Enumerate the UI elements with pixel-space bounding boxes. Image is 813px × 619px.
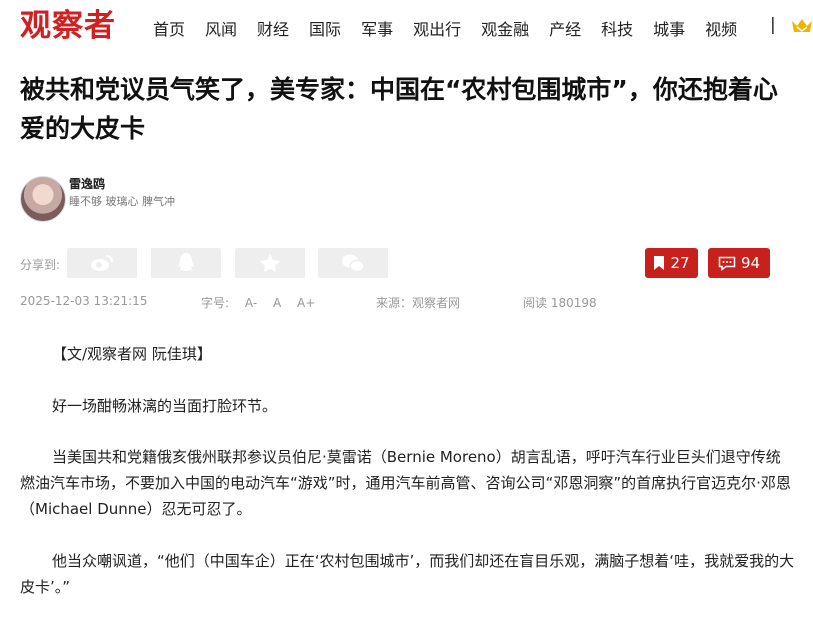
main-nav: 首页 风闻 财经 国际 军事 观出行 观金融 产经 科技 城事 视频 [153, 16, 757, 40]
qq-icon [178, 253, 194, 271]
comment-button[interactable]: 94 [708, 248, 770, 278]
bookmark-icon [654, 256, 665, 270]
article-title: 被共和党议员气笑了，美专家：中国在“农村包围城市”，你还抱着心爱的大皮卡 [20, 75, 778, 143]
share-wechat-button[interactable] [318, 248, 388, 278]
wechat-icon [342, 254, 365, 273]
site-logo[interactable]: 观察者 [20, 6, 116, 46]
bookmark-count: 27 [670, 254, 690, 272]
vip-crown-icon[interactable] [791, 17, 813, 35]
bookmark-button[interactable]: 27 [645, 248, 698, 278]
nav-item-military[interactable]: 军事 [361, 16, 393, 40]
article-paragraph: 他当众嘲讽道，“他们（中国车企）正在‘农村包围城市’，而我们却还在盲目乐观，满脑… [20, 552, 795, 596]
nav-separator: | [770, 15, 776, 35]
nav-item-video[interactable]: 视频 [705, 16, 737, 40]
font-size-normal[interactable]: A [273, 296, 281, 310]
font-size-increase[interactable]: A+ [297, 296, 315, 310]
read-count: 阅读 180198 [523, 296, 597, 310]
article-paragraph: 当美国共和党籍俄亥俄州联邦参议员伯尼·莫雷诺（Bernie Moreno）胡言乱… [20, 448, 791, 518]
top-bar: 观察者 首页 风闻 财经 国际 军事 观出行 观金融 产经 科技 城事 视频 | [0, 0, 813, 52]
nav-item-international[interactable]: 国际 [309, 16, 341, 40]
article-paragraph: 好一场酣畅淋漓的当面打脸环节。 [52, 397, 278, 415]
font-size-label: 字号: [201, 296, 230, 310]
author-name[interactable]: 雷逸鸥 [69, 175, 105, 192]
nav-item-travel[interactable]: 观出行 [413, 16, 461, 40]
nav-item-home[interactable]: 首页 [153, 16, 185, 40]
share-qzone-button[interactable] [235, 248, 305, 278]
font-size-controls: 字号: A- A A+ [201, 294, 315, 311]
article-byline: 【文/观察者网 阮佳琪】 [52, 345, 212, 363]
share-label: 分享到: [20, 258, 61, 272]
publish-datetime: 2025-12-03 13:21:15 [20, 294, 148, 308]
nav-item-fengwen[interactable]: 风闻 [205, 16, 237, 40]
nav-item-fintech[interactable]: 观金融 [481, 16, 529, 40]
nav-item-city[interactable]: 城事 [653, 16, 685, 40]
weibo-icon [91, 255, 113, 271]
nav-item-tech[interactable]: 科技 [601, 16, 633, 40]
font-size-decrease[interactable]: A- [245, 296, 257, 310]
nav-item-finance[interactable]: 财经 [257, 16, 289, 40]
author-avatar[interactable] [20, 176, 66, 222]
qzone-star-icon [260, 254, 280, 272]
author-motto: 睡不够 玻璃心 脾气冲 [69, 195, 175, 208]
comment-count: 94 [740, 254, 761, 272]
share-qq-button[interactable] [151, 248, 221, 278]
nav-item-industry[interactable]: 产经 [549, 16, 581, 40]
comment-icon [718, 256, 736, 271]
article-source: 来源：观察者网 [376, 296, 461, 310]
share-weibo-button[interactable] [67, 248, 137, 278]
